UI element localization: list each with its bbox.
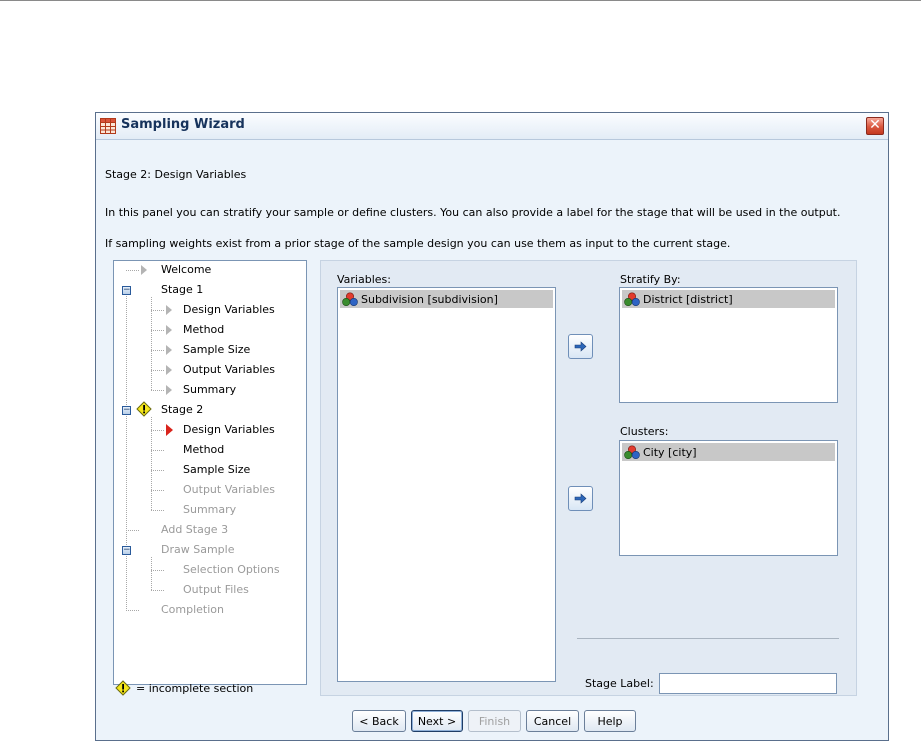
page-top-rule <box>0 0 921 1</box>
list-item[interactable]: City [city] <box>622 443 835 461</box>
back-button[interactable]: < Back <box>352 710 406 732</box>
tree-guide-line <box>151 557 152 590</box>
help-button[interactable]: Help <box>584 710 636 732</box>
tree-item-stage1-summary[interactable]: Summary <box>183 383 236 396</box>
nominal-variable-icon <box>624 292 640 306</box>
tree-collapse-icon[interactable]: − <box>122 406 131 415</box>
clusters-label: Clusters: <box>620 425 669 438</box>
list-item[interactable]: Subdivision [subdivision] <box>340 290 553 308</box>
incomplete-marker-icon <box>166 305 172 315</box>
right-arrow-icon <box>574 341 587 352</box>
incomplete-marker-icon <box>166 365 172 375</box>
tree-collapse-icon[interactable]: − <box>122 286 131 295</box>
description-text: In this panel you can stratify your samp… <box>105 206 841 219</box>
tree-guide-line <box>151 450 164 451</box>
tree-item-stage1-method[interactable]: Method <box>183 323 224 336</box>
wizard-navigation-tree: Welcome − Stage 1 Design Variables Metho… <box>113 260 307 685</box>
tree-guide-line <box>151 490 164 491</box>
tree-collapse-icon: − <box>122 545 131 555</box>
window-title: Sampling Wizard <box>121 117 245 132</box>
tree-guide-line <box>151 570 164 571</box>
tree-item-stage1-sample-size[interactable]: Sample Size <box>183 343 250 356</box>
stratify-by-list[interactable]: District [district] <box>619 287 838 403</box>
incomplete-marker-icon <box>166 325 172 335</box>
stage-label-input[interactable] <box>659 673 837 694</box>
tree-item-stage2-sample-size[interactable]: Sample Size <box>183 463 250 476</box>
nominal-variable-icon <box>342 292 358 306</box>
tree-guide-line <box>151 390 164 391</box>
variables-label: Variables: <box>337 273 391 286</box>
tree-guide-line <box>126 610 139 611</box>
finish-button: Finish <box>468 710 521 732</box>
tree-guide-line <box>151 330 164 331</box>
legend-text: = incomplete section <box>136 682 254 695</box>
stage-heading: Stage 2: Design Variables <box>105 168 247 181</box>
tree-item-stage1-design-variables[interactable]: Design Variables <box>183 303 275 316</box>
list-item[interactable]: District [district] <box>622 290 835 308</box>
next-button[interactable]: Next > <box>411 710 463 732</box>
stratify-item-label: District [district] <box>643 292 733 306</box>
title-bar[interactable]: Sampling Wizard ✕ <box>96 113 888 140</box>
tree-item-output-files: Output Files <box>183 583 249 596</box>
incomplete-marker-icon <box>166 345 172 355</box>
tree-item-welcome[interactable]: Welcome <box>161 263 211 276</box>
incomplete-marker-icon <box>166 385 172 395</box>
current-step-marker-icon <box>166 424 173 436</box>
variables-list[interactable]: Subdivision [subdivision] <box>337 287 556 682</box>
nominal-variable-icon <box>624 445 640 459</box>
tree-guide-line <box>126 270 139 271</box>
clusters-list[interactable]: City [city] <box>619 440 838 556</box>
cancel-button[interactable]: Cancel <box>526 710 579 732</box>
tree-item-draw-sample: Draw Sample <box>161 543 235 556</box>
panel-separator <box>577 638 839 639</box>
close-button[interactable]: ✕ <box>866 117 884 135</box>
stratify-by-label: Stratify By: <box>620 273 681 286</box>
tree-guide-line <box>126 286 127 611</box>
tree-item-stage2-design-variables[interactable]: Design Variables <box>183 423 275 436</box>
tree-guide-line <box>151 310 164 311</box>
tree-guide-line <box>151 350 164 351</box>
tree-item-completion: Completion <box>161 603 225 616</box>
tree-item-stage2-output-variables: Output Variables <box>183 483 275 496</box>
tree-guide-line <box>151 470 164 471</box>
move-to-stratify-button[interactable] <box>568 334 593 359</box>
tree-item-stage2-summary: Summary <box>183 503 237 516</box>
stage-label-caption: Stage Label: <box>585 677 654 690</box>
tree-guide-line <box>151 590 164 591</box>
tree-item-stage-1[interactable]: Stage 1 <box>161 283 203 296</box>
tree-guide-line <box>126 530 139 531</box>
tree-item-stage1-output-variables[interactable]: Output Variables <box>183 363 275 376</box>
incomplete-marker-icon <box>141 265 147 275</box>
move-to-clusters-button[interactable] <box>568 486 593 511</box>
tree-guide-line <box>151 510 164 511</box>
incomplete-warning-icon <box>136 401 152 417</box>
close-icon: ✕ <box>869 117 881 133</box>
design-variables-panel: Variables: Subdivision [subdivision] Str… <box>320 260 857 696</box>
table-grid-icon <box>100 118 116 134</box>
tree-item-selection-options: Selection Options <box>183 563 280 576</box>
sampling-wizard-dialog: Sampling Wizard ✕ Stage 2: Design Variab… <box>95 112 889 741</box>
tree-guide-line <box>151 430 164 431</box>
variable-item-label: Subdivision [subdivision] <box>361 292 498 306</box>
tree-item-stage-2[interactable]: Stage 2 <box>161 403 203 416</box>
incomplete-warning-icon <box>115 680 131 696</box>
tree-item-stage2-method[interactable]: Method <box>183 443 224 456</box>
cluster-item-label: City [city] <box>643 445 697 459</box>
right-arrow-icon <box>574 493 587 504</box>
tree-item-add-stage-3: Add Stage 3 <box>161 523 229 536</box>
tree-guide-line <box>151 370 164 371</box>
weights-note: If sampling weights exist from a prior s… <box>105 237 731 250</box>
